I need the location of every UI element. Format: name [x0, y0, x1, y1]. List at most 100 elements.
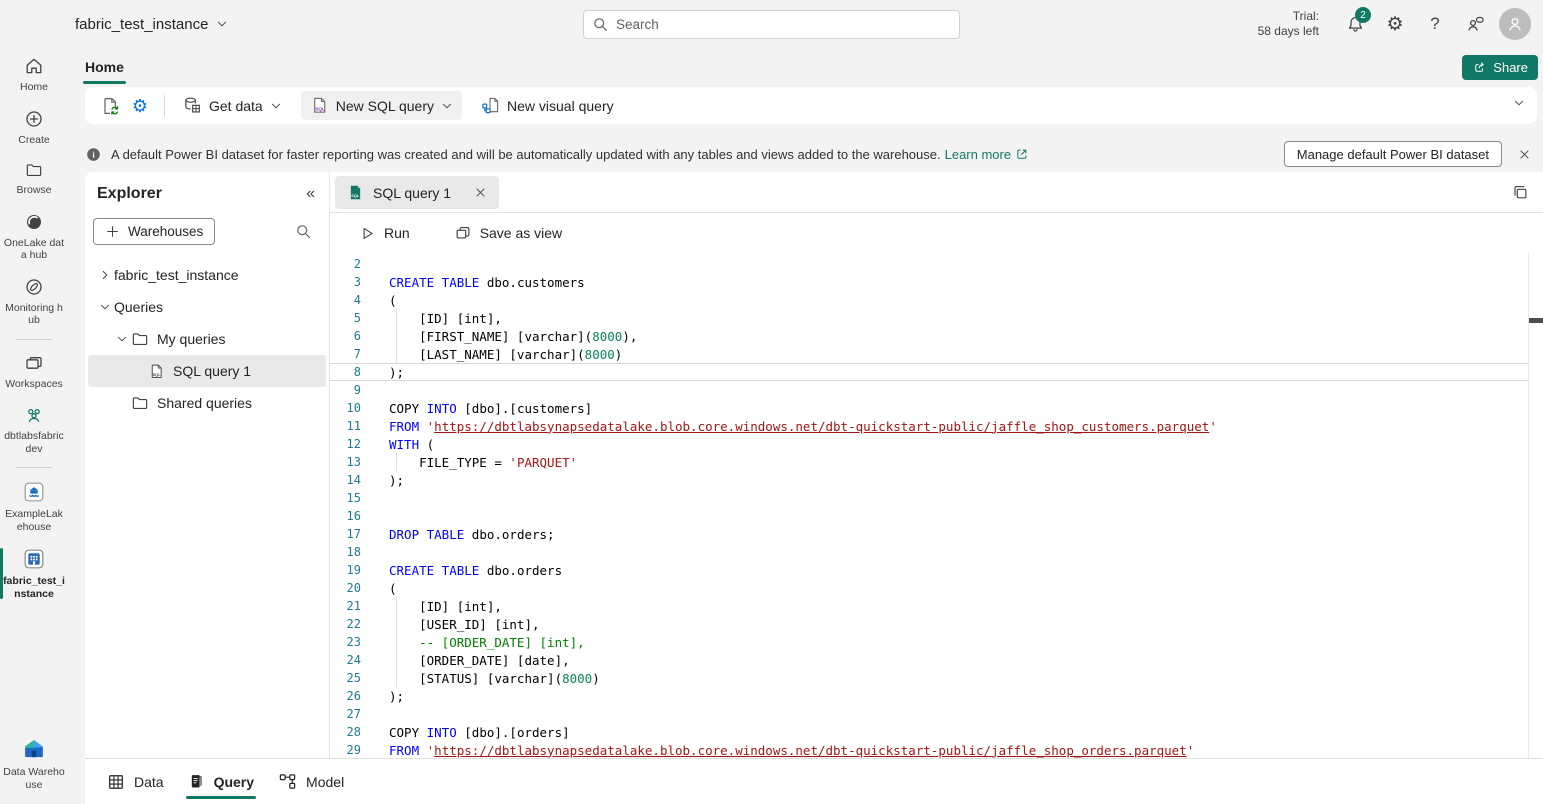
get-data-button[interactable]: Get data — [174, 91, 291, 120]
explorer-search-icon[interactable] — [289, 217, 317, 245]
search-input[interactable] — [616, 17, 951, 32]
code-line-21[interactable]: 21 [ID] [int], — [330, 597, 1529, 615]
line-number: 7 — [330, 347, 361, 361]
rail-item-dbtlabsfabricdev[interactable]: dbtlabsfabricdev — [0, 397, 68, 462]
feedback-button[interactable] — [1455, 4, 1495, 44]
code-line-11[interactable]: 11FROM 'https://dbtlabsynapsedatalake.bl… — [330, 417, 1529, 435]
manage-default-dataset-button[interactable]: Manage default Power BI dataset — [1284, 141, 1502, 167]
tree-item-shared-queries[interactable]: Shared queries — [88, 387, 326, 419]
new-sql-query-button[interactable]: SQL New SQL query — [301, 91, 462, 120]
rail-item-workspaces[interactable]: Workspaces — [0, 345, 68, 398]
app-launcher-waffle-icon[interactable] — [14, 4, 54, 44]
code-line-12[interactable]: 12WITH ( — [330, 435, 1529, 453]
code-line-15[interactable]: 15 — [330, 489, 1529, 507]
code-line-5[interactable]: 5 [ID] [int], — [330, 309, 1529, 327]
tab-close-icon[interactable] — [474, 186, 487, 199]
code-line-18[interactable]: 18 — [330, 543, 1529, 561]
share-button[interactable]: Share — [1462, 55, 1538, 80]
code-line-6[interactable]: 6 [FIRST_NAME] [varchar](8000), — [330, 327, 1529, 345]
collapse-panel-icon[interactable]: « — [306, 185, 315, 203]
view-tab-label: Model — [306, 774, 344, 790]
line-number: 27 — [330, 707, 361, 721]
code-line-23[interactable]: 23 -- [ORDER_DATE] [int], — [330, 633, 1529, 651]
rail-item-home[interactable]: Home — [0, 48, 68, 101]
rail-item-monitoring-hub[interactable]: Monitoring hub — [0, 269, 68, 334]
home-icon — [24, 56, 44, 76]
notifications-button[interactable]: 2 — [1335, 4, 1375, 44]
warehouse-settings-button[interactable]: ⚙ — [125, 92, 155, 120]
ribbon-collapse-chevron-icon[interactable] — [1513, 97, 1525, 109]
chevron-down-icon — [441, 100, 453, 112]
new-visual-query-button[interactable]: New visual query — [472, 91, 623, 120]
code-line-29[interactable]: 29FROM 'https://dbtlabsynapsedatalake.bl… — [330, 741, 1529, 758]
tree-item-fabric-test-instance[interactable]: fabric_test_instance — [88, 259, 326, 291]
chevron-down-icon[interactable] — [96, 301, 114, 313]
tree-item-sql-query-1[interactable]: SQLSQL query 1 — [88, 355, 326, 387]
line-number: 25 — [330, 671, 361, 685]
workspaces-icon — [24, 353, 44, 373]
gear-blue-icon: ⚙ — [132, 97, 148, 115]
help-button[interactable]: ? — [1415, 4, 1455, 44]
tree-item-queries[interactable]: Queries — [88, 291, 326, 323]
settings-button[interactable]: ⚙ — [1375, 4, 1415, 44]
code-line-14[interactable]: 14); — [330, 471, 1529, 489]
code-line-4[interactable]: 4( — [330, 291, 1529, 309]
code-line-17[interactable]: 17DROP TABLE dbo.orders; — [330, 525, 1529, 543]
code-line-22[interactable]: 22 [USER_ID] [int], — [330, 615, 1529, 633]
rail-item-browse[interactable]: Browse — [0, 153, 68, 204]
workspace-switcher[interactable]: fabric_test_instance — [75, 0, 228, 48]
editor-overview-ruler — [1528, 253, 1529, 758]
refresh-document-button[interactable] — [95, 92, 125, 120]
banner-close-button[interactable] — [1513, 143, 1535, 165]
tree-item-my-queries[interactable]: My queries — [88, 323, 326, 355]
copy-icon[interactable] — [1511, 183, 1529, 201]
rail-item-examplelakehouse[interactable]: ExampleLakehouse — [0, 473, 68, 540]
view-tab-query[interactable]: Query — [176, 759, 266, 804]
rail-item-fabric-test-instance[interactable]: fabric_test_instance — [0, 540, 68, 607]
code-line-2[interactable]: 2 — [330, 255, 1529, 273]
code-text: CREATE TABLE dbo.orders — [361, 563, 562, 578]
line-number: 10 — [330, 401, 361, 415]
rail-item-onelake-data-hub[interactable]: OneLake data hub — [0, 204, 68, 269]
line-number: 18 — [330, 545, 361, 559]
rail-item-create[interactable]: Create — [0, 101, 68, 154]
topbar-right: Trial: 58 days left 2 ⚙ ? — [1258, 0, 1543, 48]
code-text: WITH ( — [361, 437, 434, 452]
code-line-13[interactable]: 13 FILE_TYPE = 'PARQUET' — [330, 453, 1529, 471]
code-line-7[interactable]: 7 [LAST_NAME] [varchar](8000) — [330, 345, 1529, 363]
view-tab-model[interactable]: Model — [266, 759, 356, 804]
new-warehouse-button[interactable]: Warehouses — [93, 218, 215, 245]
chevron-right-icon[interactable] — [96, 269, 114, 281]
code-line-27[interactable]: 27 — [330, 705, 1529, 723]
code-line-24[interactable]: 24 [ORDER_DATE] [date], — [330, 651, 1529, 669]
line-number: 20 — [330, 581, 361, 595]
rail-item-data-warehouse[interactable]: Data Warehouse — [0, 729, 68, 798]
chevron-down-icon[interactable] — [113, 333, 131, 345]
query-tab[interactable]: SQL SQL query 1 — [335, 176, 499, 209]
view-tab-data[interactable]: Data — [95, 759, 176, 804]
scrollbar-marker[interactable] — [1529, 318, 1543, 323]
code-line-28[interactable]: 28COPY INTO [dbo].[orders] — [330, 723, 1529, 741]
code-line-8[interactable]: 8); — [330, 363, 1529, 381]
code-text: DROP TABLE dbo.orders; — [361, 527, 555, 542]
code-line-20[interactable]: 20( — [330, 579, 1529, 597]
learn-more-link[interactable]: Learn more — [945, 147, 1029, 162]
search-icon — [592, 16, 609, 33]
account-avatar[interactable] — [1499, 8, 1531, 40]
line-number: 14 — [330, 473, 361, 487]
tab-home[interactable]: Home — [83, 52, 126, 82]
sql-file-purple-icon: SQL — [310, 96, 329, 115]
code-line-10[interactable]: 10COPY INTO [dbo].[customers] — [330, 399, 1529, 417]
code-editor[interactable]: 23CREATE TABLE dbo.customers4(5 [ID] [in… — [330, 253, 1543, 758]
run-button[interactable]: Run — [355, 219, 414, 247]
code-line-16[interactable]: 16 — [330, 507, 1529, 525]
code-line-19[interactable]: 19CREATE TABLE dbo.orders — [330, 561, 1529, 579]
save-as-view-button[interactable]: Save as view — [450, 219, 566, 247]
warehouse-app-icon — [23, 548, 45, 570]
code-line-26[interactable]: 26); — [330, 687, 1529, 705]
tree-item-label: SQL query 1 — [173, 363, 251, 379]
code-line-25[interactable]: 25 [STATUS] [varchar](8000) — [330, 669, 1529, 687]
code-line-3[interactable]: 3CREATE TABLE dbo.customers — [330, 273, 1529, 291]
banner-message: A default Power BI dataset for faster re… — [111, 147, 941, 162]
code-line-9[interactable]: 9 — [330, 381, 1529, 399]
